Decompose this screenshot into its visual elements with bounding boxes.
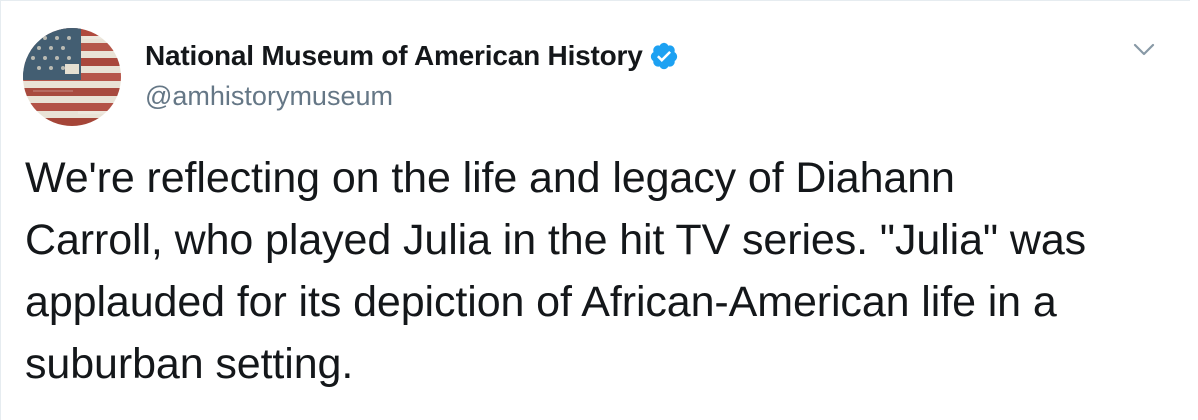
american-flag-avatar-icon (23, 28, 121, 126)
tweet-card: National Museum of American History @amh… (0, 0, 1190, 420)
tweet-text-line: suburban setting. (25, 340, 354, 388)
tweet-text-line: Carroll, who played Julia in the hit TV … (25, 216, 1087, 264)
user-handle[interactable]: @amhistorymuseum (145, 81, 393, 112)
verified-badge-icon (649, 41, 679, 71)
name-row: National Museum of American History (145, 39, 679, 73)
tweet-text-line: applauded for its depiction of African-A… (25, 278, 1057, 326)
display-name[interactable]: National Museum of American History (145, 40, 643, 72)
avatar[interactable] (23, 28, 121, 126)
tweet-options-button[interactable] (1127, 35, 1161, 65)
tweet-text-line: We're reflecting on the life and legacy … (25, 154, 955, 202)
tweet-text: We're reflecting on the life and legacy … (25, 147, 1175, 395)
chevron-down-icon (1133, 43, 1155, 56)
